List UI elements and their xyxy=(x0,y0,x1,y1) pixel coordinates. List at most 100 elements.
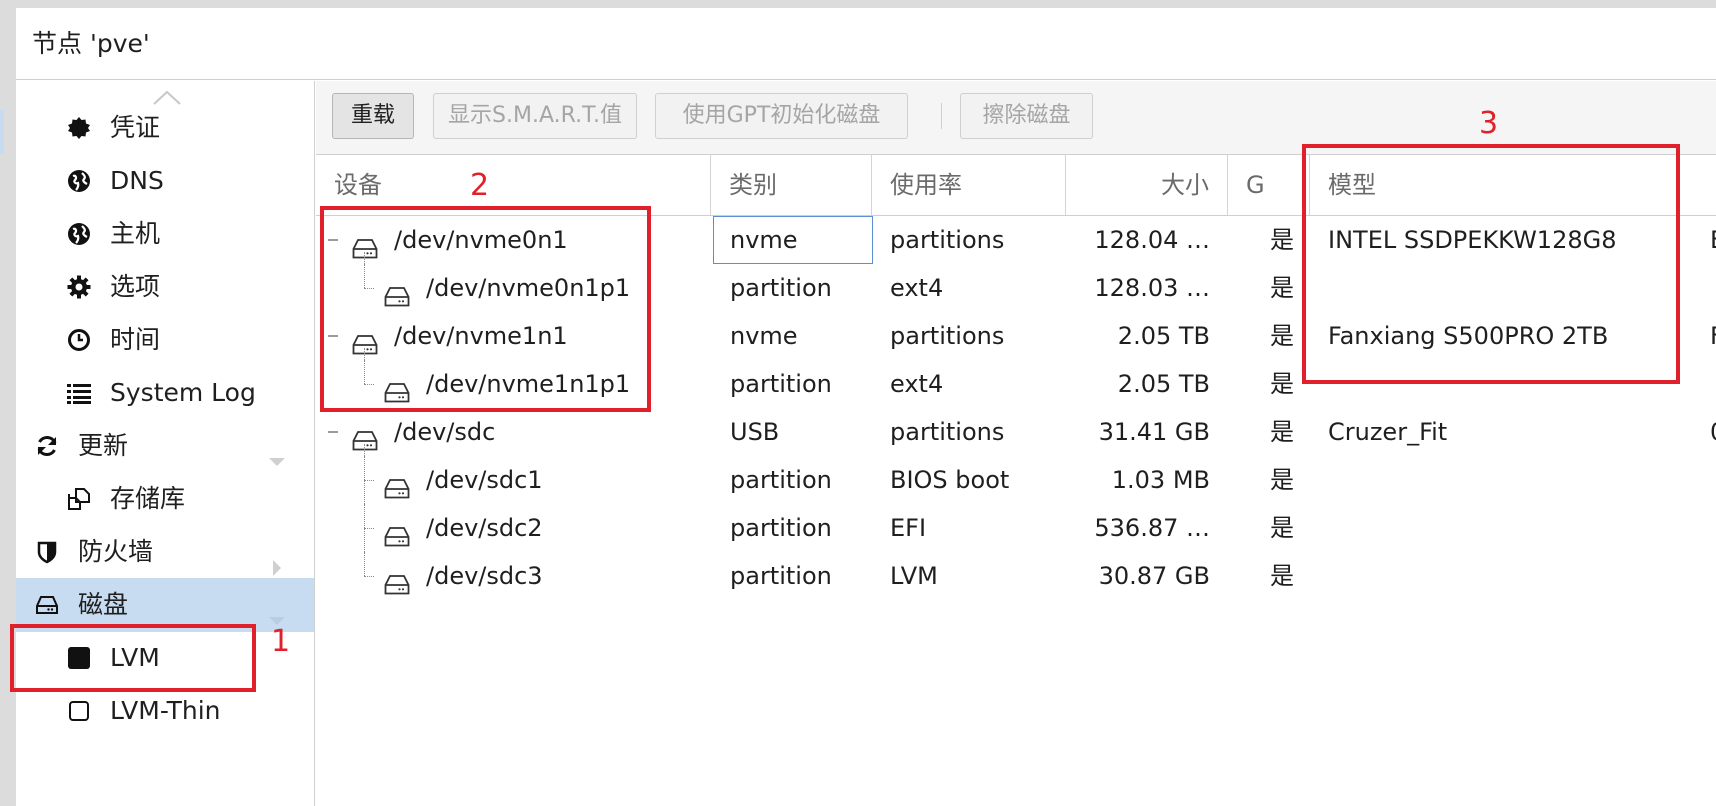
sidebar-item-label: 选项 xyxy=(110,272,161,301)
cell-size: 30.87 GB xyxy=(1098,562,1210,590)
cell-serial xyxy=(1710,456,1716,504)
cell-type: partition xyxy=(730,514,832,542)
hdd-icon xyxy=(384,564,410,595)
panel-title: 节点 'pve' xyxy=(16,8,1716,80)
cell-size: 128.04 … xyxy=(1094,226,1210,254)
cell-usage: partitions xyxy=(890,418,1005,446)
sidebar-item-repositories[interactable]: 存储库 xyxy=(16,472,314,526)
cell-serial xyxy=(1710,360,1716,408)
cell-model xyxy=(1328,552,1678,600)
annotation-box-3 xyxy=(1302,144,1680,384)
init-gpt-button[interactable]: 使用GPT初始化磁盘 xyxy=(655,93,908,139)
cell-gpt: 是 xyxy=(1270,226,1294,254)
cell-type: partition xyxy=(730,466,832,494)
cell-gpt: 是 xyxy=(1270,418,1294,446)
chevron-down-icon[interactable] xyxy=(267,596,287,625)
cell-size: 128.03 … xyxy=(1094,274,1210,302)
cell-gpt: 是 xyxy=(1270,562,1294,590)
cell-model: Cruzer_Fit xyxy=(1328,418,1448,446)
cell-size: 2.05 TB xyxy=(1117,370,1210,398)
column-header-size[interactable]: 大小 xyxy=(1066,155,1228,215)
globe-icon xyxy=(67,222,91,246)
sidebar-item-updates[interactable]: 更新 xyxy=(16,419,314,473)
cell-type: partition xyxy=(730,370,832,398)
cell-serial: E xyxy=(1710,216,1716,264)
cell-usage: LVM xyxy=(890,562,938,590)
tree-connector xyxy=(364,576,374,577)
certificate-icon xyxy=(67,116,91,140)
cell-usage: EFI xyxy=(890,514,927,542)
cell-size: 536.87 … xyxy=(1094,514,1210,542)
cell-device: /dev/sdc1 xyxy=(426,466,543,494)
gear-icon xyxy=(67,275,91,299)
column-header-usage[interactable]: 使用率 xyxy=(872,155,1066,215)
sidebar-item-label: LVM-Thin xyxy=(110,696,221,725)
cell-serial xyxy=(1710,264,1716,312)
annotation-box-1 xyxy=(10,624,256,692)
sidebar-item-label: 时间 xyxy=(110,325,161,354)
chevron-down-icon[interactable] xyxy=(267,437,287,466)
hdd-icon xyxy=(35,593,59,617)
sidebar-item-firewall[interactable]: 防火墙 xyxy=(16,525,314,579)
shield-icon xyxy=(35,540,59,564)
table-row[interactable]: /dev/sdc3 partition LVM 30.87 GB 是 xyxy=(316,552,1716,600)
chevron-right-icon[interactable] xyxy=(267,543,287,576)
cell-model xyxy=(1328,504,1678,552)
column-header-type[interactable]: 类别 xyxy=(711,155,872,215)
copy-icon xyxy=(67,487,91,511)
cell-type: nvme xyxy=(730,322,798,350)
clock-icon xyxy=(67,328,91,352)
sidebar-item-dns[interactable]: DNS xyxy=(16,154,314,208)
sidebar: 凭证 DNS 主机 选项 时间 System Log 更新 存储库 防火墙 磁盘… xyxy=(16,81,315,806)
sidebar-item-label: 存储库 xyxy=(110,484,186,513)
cell-device: /dev/sdc2 xyxy=(426,514,543,542)
table-row[interactable]: /dev/sdc1 partition BIOS boot 1.03 MB 是 xyxy=(316,456,1716,504)
sidebar-item-lvm-thin[interactable]: LVM-Thin xyxy=(16,684,314,738)
reload-button[interactable]: 重载 xyxy=(332,93,414,139)
cell-size: 31.41 GB xyxy=(1098,418,1210,446)
cell-usage: ext4 xyxy=(890,370,944,398)
cell-gpt: 是 xyxy=(1270,274,1294,302)
wipe-disk-button[interactable]: 擦除磁盘 xyxy=(960,93,1093,139)
cell-device: /dev/sdc xyxy=(394,418,496,446)
cell-size: 1.03 MB xyxy=(1111,466,1210,494)
cell-gpt: 是 xyxy=(1270,370,1294,398)
sidebar-item-label: 主机 xyxy=(110,219,161,248)
tree-collapse-icon[interactable] xyxy=(328,431,338,433)
cell-gpt: 是 xyxy=(1270,322,1294,350)
column-header-gpt[interactable]: G xyxy=(1228,155,1310,215)
outer-selection-marker xyxy=(0,110,4,154)
cell-usage: partitions xyxy=(890,322,1005,350)
cell-gpt: 是 xyxy=(1270,466,1294,494)
annotation-box-2 xyxy=(320,206,651,412)
sidebar-item-system-log[interactable]: System Log xyxy=(16,366,314,420)
globe-icon xyxy=(67,169,91,193)
list-icon xyxy=(67,381,91,405)
column-header-serial[interactable] xyxy=(1680,155,1716,215)
sidebar-item-time[interactable]: 时间 xyxy=(16,313,314,367)
refresh-icon xyxy=(35,434,59,458)
sidebar-item-label: 防火墙 xyxy=(78,537,154,566)
table-row[interactable]: /dev/sdc USB partitions 31.41 GB 是 Cruzer_Fit… xyxy=(316,408,1716,456)
sidebar-item-hosts[interactable]: 主机 xyxy=(16,207,314,261)
cell-serial: 0 xyxy=(1710,408,1716,456)
table-row[interactable]: /dev/sdc2 partition EFI 536.87 … 是 xyxy=(316,504,1716,552)
cell-size: 2.05 TB xyxy=(1117,322,1210,350)
sidebar-item-label: 凭证 xyxy=(110,113,161,142)
sidebar-item-certificates[interactable]: 凭证 xyxy=(16,101,314,155)
sidebar-item-options[interactable]: 选项 xyxy=(16,260,314,314)
annotation-number-2: 2 xyxy=(470,168,490,203)
show-smart-button[interactable]: 显示S.M.A.R.T.值 xyxy=(433,93,637,139)
tree-connector xyxy=(364,444,365,576)
annotation-number-3: 3 xyxy=(1479,106,1499,141)
outer-frame-top xyxy=(0,0,1716,8)
cell-type: USB xyxy=(730,418,780,446)
cell-focus-indicator xyxy=(713,216,873,264)
cell-model xyxy=(1328,456,1678,504)
toolbar-separator xyxy=(941,103,942,129)
cell-device: /dev/sdc3 xyxy=(426,562,543,590)
cell-usage: partitions xyxy=(890,226,1005,254)
cell-type: partition xyxy=(730,274,832,302)
cell-serial xyxy=(1710,504,1716,552)
tree-connector xyxy=(364,528,374,529)
